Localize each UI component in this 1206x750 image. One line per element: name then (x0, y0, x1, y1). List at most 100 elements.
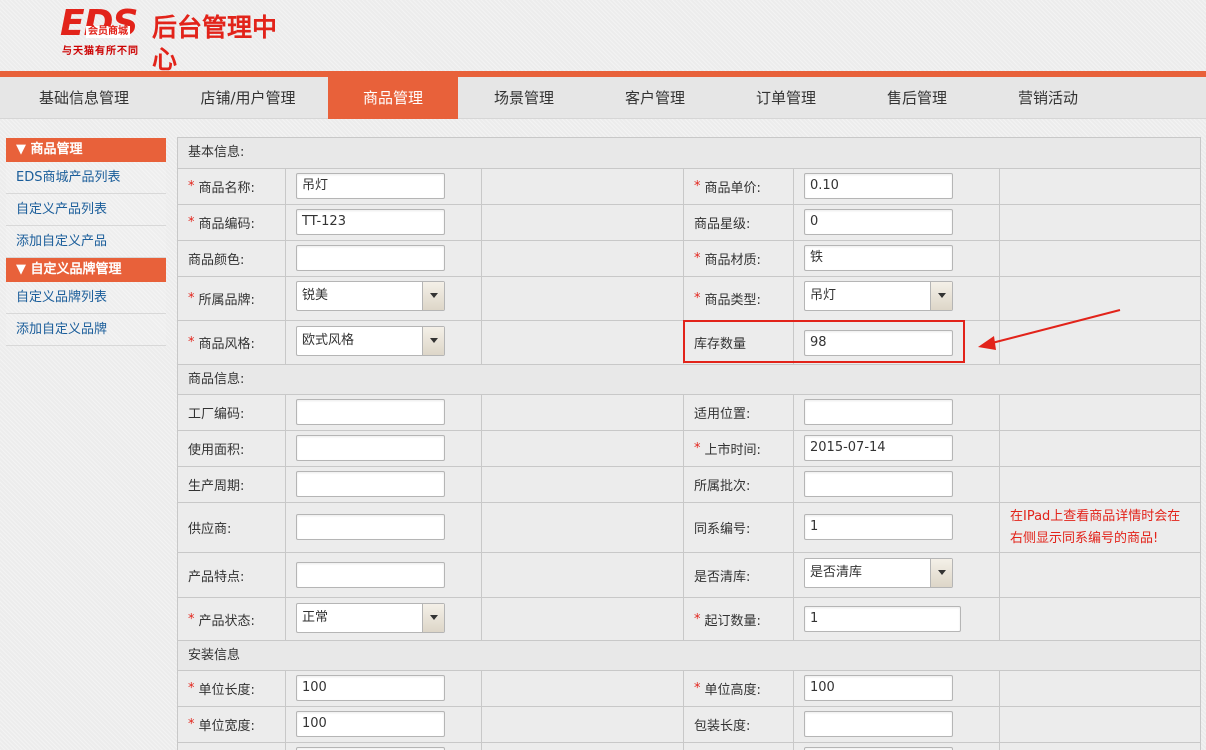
section-title: 基本信息: (188, 145, 245, 160)
form-row: 使用面积: * 上市时间: 2015-07-14 (178, 431, 1200, 467)
label-area: 使用面积: (188, 443, 245, 458)
sidebar-item-custom-products[interactable]: 自定义产品列表 (6, 194, 166, 226)
section-title: 商品信息: (188, 372, 245, 387)
cycle-input[interactable] (296, 471, 445, 497)
label-pack-length: 包装长度: (694, 719, 751, 734)
nav-customer[interactable]: 客户管理 (590, 77, 720, 119)
required-mark: * (694, 681, 701, 696)
logo[interactable]: EDS 会员商城 与天猫有所不同 后台管理中心 (60, 6, 300, 75)
label-color: 商品颜色: (188, 253, 245, 268)
required-mark: * (188, 611, 195, 627)
type-select-value: 吊灯 (810, 288, 837, 303)
sidebar-item-brand-list[interactable]: 自定义品牌列表 (6, 282, 166, 314)
factory-code-input[interactable] (296, 399, 445, 425)
clearance-select-value: 是否清库 (810, 565, 863, 580)
nav-basic-info[interactable]: 基础信息管理 (0, 77, 168, 119)
batch-input[interactable] (804, 471, 953, 497)
nav-scene[interactable]: 场景管理 (458, 77, 590, 119)
color-input[interactable] (296, 245, 445, 271)
status-select[interactable]: 正常 (296, 603, 445, 633)
section-install: 安装信息 (178, 641, 1200, 671)
label-name: 商品名称: (198, 181, 255, 196)
series-input[interactable]: 1 (804, 514, 953, 540)
stock-highlight-box (683, 320, 965, 363)
price-input[interactable]: 0.10 (804, 173, 953, 199)
label-position: 适用位置: (694, 407, 751, 422)
label-series: 同系编号: (694, 522, 751, 537)
label-clearance: 是否清库: (694, 569, 751, 585)
label-supplier: 供应商: (188, 522, 232, 537)
supplier-input[interactable] (296, 514, 445, 540)
nav-shop-user[interactable]: 店铺/用户管理 (168, 77, 328, 119)
chevron-down-icon[interactable] (422, 282, 444, 310)
main-nav: 基础信息管理 店铺/用户管理 商品管理 场景管理 客户管理 订单管理 售后管理 … (0, 77, 1206, 119)
type-select[interactable]: 吊灯 (804, 281, 953, 311)
chevron-down-icon[interactable] (422, 327, 444, 355)
clearance-select[interactable]: 是否清库 (804, 558, 953, 588)
position-input[interactable] (804, 399, 953, 425)
label-type: 商品类型: (704, 293, 761, 308)
sidebar-item-add-custom-product[interactable]: 添加自定义产品 (6, 226, 166, 258)
form-row: * 商品编码: TT-123 商品星级: 0 (178, 205, 1200, 241)
area-input[interactable] (296, 435, 445, 461)
label-unit-width: 单位宽度: (198, 719, 255, 734)
brand-select[interactable]: 锐美 (296, 281, 445, 311)
label-price: 商品单价: (704, 181, 761, 196)
label-cycle: 生产周期: (188, 479, 245, 494)
chevron-down-icon[interactable] (930, 559, 952, 587)
launch-date-input[interactable]: 2015-07-14 (804, 435, 953, 461)
unit-length-input[interactable]: 100 (296, 675, 445, 701)
nav-after-sales[interactable]: 售后管理 (852, 77, 982, 119)
logo-sub: 会员商城 (86, 26, 130, 38)
min-order-input[interactable]: 1 (804, 606, 961, 632)
label-material: 商品材质: (704, 253, 761, 268)
required-mark: * (694, 611, 701, 627)
pack-length-input[interactable] (804, 711, 953, 737)
required-mark: * (188, 215, 195, 230)
sidebar-group-product[interactable]: ▼ 商品管理 (6, 138, 166, 162)
label-min-order: 起订数量: (704, 613, 761, 629)
unit-height-input[interactable]: 100 (804, 675, 953, 701)
required-mark: * (188, 335, 195, 350)
form-row: 生产周期: 所属批次: (178, 467, 1200, 503)
nav-order[interactable]: 订单管理 (720, 77, 852, 119)
chevron-down-icon[interactable] (930, 282, 952, 310)
required-mark: * (188, 717, 195, 732)
star-input[interactable]: 0 (804, 209, 953, 235)
label-brand: 所属品牌: (198, 293, 255, 308)
label-unit-height: 单位高度: (704, 683, 761, 698)
label-unit-length: 单位长度: (198, 683, 255, 698)
material-input[interactable]: 铁 (804, 245, 953, 271)
sidebar-item-add-brand[interactable]: 添加自定义品牌 (6, 314, 166, 346)
header: EDS 会员商城 与天猫有所不同 后台管理中心 (0, 0, 1206, 75)
site-title: 后台管理中心 (152, 13, 278, 74)
form-row: * 单位长度: 100 * 单位高度: 100 (178, 671, 1200, 707)
required-mark: * (694, 291, 701, 306)
nav-product[interactable]: 商品管理 (328, 77, 458, 119)
label-status: 产品状态: (198, 613, 255, 629)
name-input[interactable]: 吊灯 (296, 173, 445, 199)
form-row (178, 743, 1200, 750)
features-input[interactable] (296, 562, 445, 588)
nav-marketing[interactable]: 营销活动 (982, 77, 1114, 119)
brand-select-value: 锐美 (302, 288, 329, 303)
sidebar-group-brand[interactable]: ▼ 自定义品牌管理 (6, 258, 166, 282)
form-row: * 商品名称: 吊灯 * 商品单价: 0.10 (178, 169, 1200, 205)
sidebar-item-eds-products[interactable]: EDS商城产品列表 (6, 162, 166, 194)
product-form: 基本信息: * 商品名称: 吊灯 * 商品单价: 0.10 * 商品编码: TT-12… (177, 137, 1201, 750)
label-launch-date: 上市时间: (704, 443, 761, 458)
required-mark: * (188, 681, 195, 696)
unit-width-input[interactable]: 100 (296, 711, 445, 737)
chevron-down-icon[interactable] (422, 604, 444, 632)
style-select-value: 欧式风格 (302, 333, 355, 348)
required-mark: * (188, 179, 195, 194)
label-features: 产品特点: (188, 569, 245, 585)
section-basic: 基本信息: (178, 138, 1200, 169)
required-mark: * (694, 251, 701, 266)
section-product: 商品信息: (178, 365, 1200, 395)
form-row: 工厂编码: 适用位置: (178, 395, 1200, 431)
code-input[interactable]: TT-123 (296, 209, 445, 235)
form-row: 产品特点: 是否清库: 是否清库 (178, 553, 1200, 598)
style-select[interactable]: 欧式风格 (296, 326, 445, 356)
annotation-arrow-icon (978, 309, 1121, 350)
